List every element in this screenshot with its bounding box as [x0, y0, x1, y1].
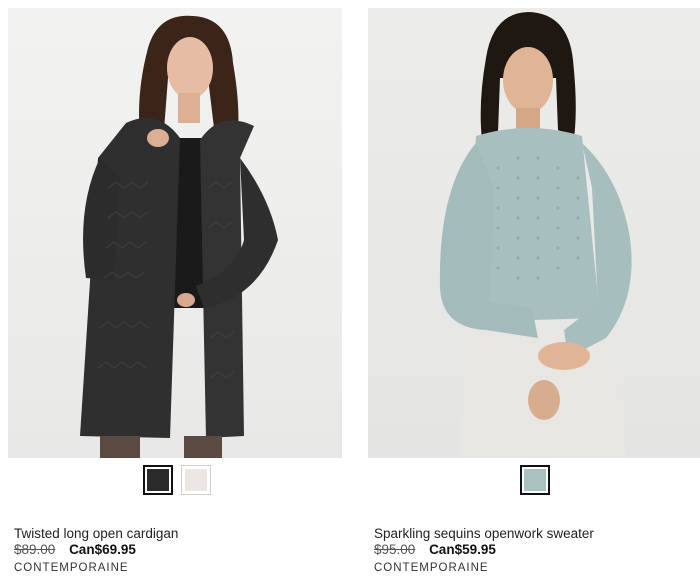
product-image[interactable] — [368, 8, 700, 458]
swatch-chip — [147, 469, 169, 491]
sale-price: Can$59.95 — [429, 542, 496, 557]
swatch-chip — [185, 469, 207, 491]
cardigan-photo — [80, 15, 278, 458]
sale-price: Can$69.95 — [69, 542, 136, 557]
swatch-dark-grey[interactable] — [143, 465, 173, 495]
price-row: $95.00 Can$59.95 — [374, 542, 496, 557]
product-title[interactable]: Twisted long open cardigan — [14, 526, 178, 541]
price-row: $89.00 Can$69.95 — [14, 542, 136, 557]
swatch-light-blue[interactable] — [520, 465, 550, 495]
product-title[interactable]: Sparkling sequins openwork sweater — [374, 526, 594, 541]
sweater-photo — [439, 12, 632, 458]
brand-label: CONTEMPORAINE — [374, 562, 489, 574]
color-swatches — [520, 465, 550, 495]
swatch-beige[interactable] — [181, 465, 211, 495]
original-price: $95.00 — [374, 542, 416, 557]
color-swatches — [143, 465, 211, 495]
swatch-chip — [524, 469, 546, 491]
original-price: $89.00 — [14, 542, 56, 557]
product-image[interactable] — [8, 8, 342, 458]
brand-label: CONTEMPORAINE — [14, 562, 129, 574]
